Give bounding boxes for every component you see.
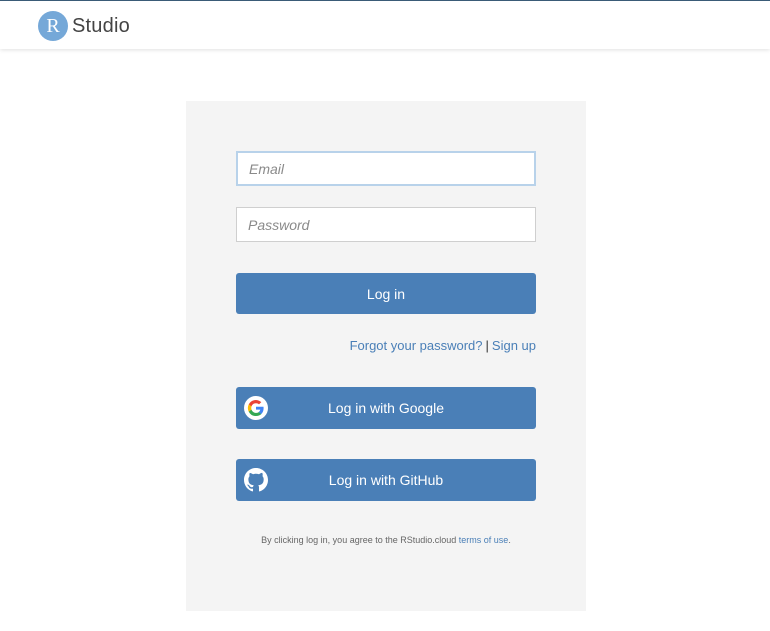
logo-text: Studio: [72, 14, 130, 37]
account-links: Forgot your password? | Sign up: [236, 338, 536, 353]
top-navbar: R Studio: [0, 0, 770, 49]
google-login-button[interactable]: Log in with Google: [236, 387, 536, 429]
github-icon: [244, 468, 268, 492]
login-panel: Log in Forgot your password?|Sign up Log…: [186, 101, 586, 611]
login-button[interactable]: Log in: [236, 273, 536, 314]
terms-period: .: [508, 535, 511, 545]
terms-of-use-link[interactable]: terms of use: [459, 535, 509, 545]
github-login-button[interactable]: Log in with GitHub: [236, 459, 536, 501]
rstudio-logo[interactable]: R Studio: [38, 10, 130, 42]
sign-up-link[interactable]: Sign up: [492, 338, 536, 353]
google-button-label: Log in with Google: [328, 400, 444, 416]
terms-notice: By clicking log in, you agree to the RSt…: [186, 535, 586, 545]
google-icon: [244, 396, 268, 420]
password-field[interactable]: [236, 207, 536, 242]
terms-text: By clicking log in, you agree to the RSt…: [261, 535, 457, 545]
link-separator: |: [485, 338, 489, 353]
forgot-password-link[interactable]: Forgot your password?: [350, 338, 483, 353]
github-button-label: Log in with GitHub: [328, 472, 444, 488]
r-logo-icon: R: [38, 11, 68, 41]
email-field[interactable]: [236, 151, 536, 186]
